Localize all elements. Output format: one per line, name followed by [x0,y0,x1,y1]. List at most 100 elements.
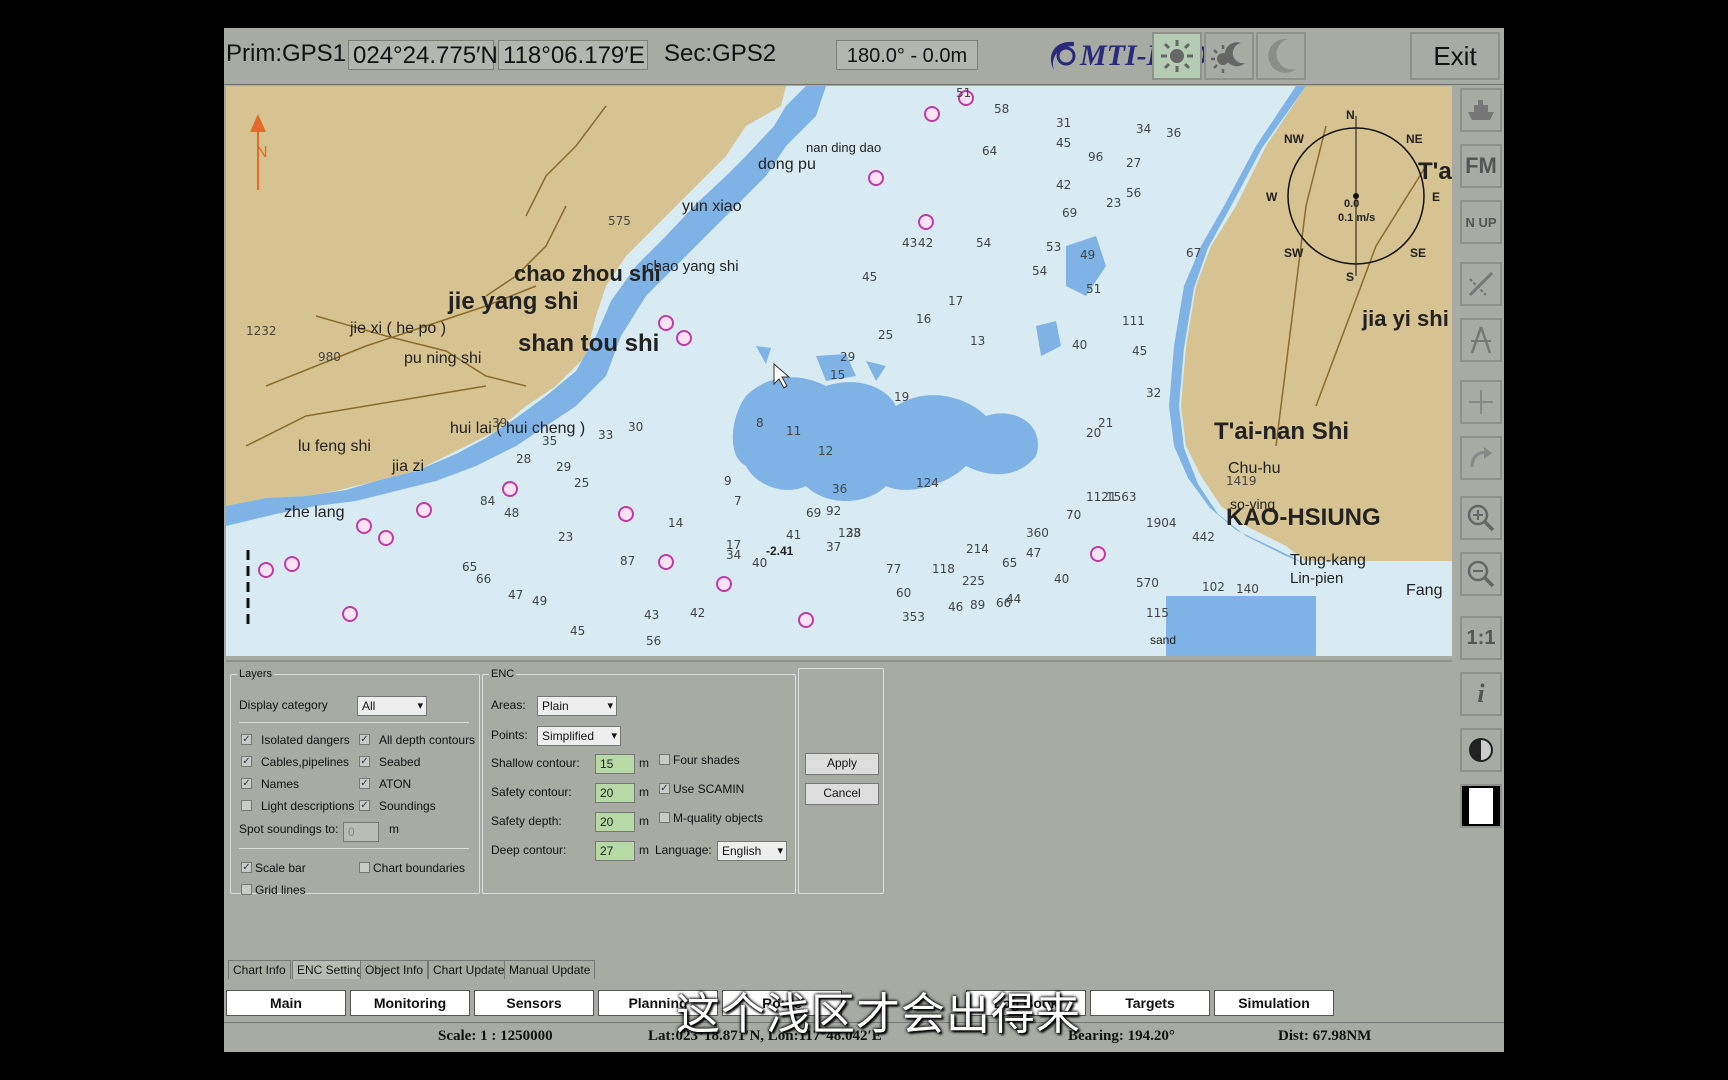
depth-sounding: 56 [1126,186,1142,200]
tab-object-info[interactable]: Object Info [360,960,429,979]
seabed-checkbox[interactable]: ✓ [359,756,370,767]
dusk-mode-button[interactable] [1204,32,1254,80]
redo-button[interactable] [1460,436,1502,480]
depth-sounding: 39 [492,416,508,430]
grid-lines-checkbox[interactable] [241,884,252,895]
depth-sounding: 54 [976,236,992,250]
all-depth-contours-checkbox[interactable]: ✓ [359,734,370,745]
scale-bar-checkbox[interactable]: ✓ [241,862,252,873]
aton-label: ATON [379,777,412,791]
depth-sounding: 16 [916,312,932,326]
depth-sounding: 42 [918,236,934,250]
cancel-button[interactable]: Cancel [805,783,879,805]
language-select[interactable]: English [717,841,787,861]
place-name: lu feng shi [298,438,371,455]
compass-tool-icon [1470,326,1492,354]
dredged-area [1166,596,1316,656]
depth-sounding: 46 [948,600,964,614]
tab-manual-update[interactable]: Manual Update [504,960,596,979]
compass-w: W [1266,190,1278,204]
apply-button[interactable]: Apply [805,753,879,775]
compass-nw: NW [1284,132,1304,146]
depth-sounding: 7 [734,494,742,508]
m-quality-checkbox[interactable] [659,812,670,823]
latitude-readout: 024°24.775′N [348,40,498,70]
areas-select[interactable]: Plain [537,696,617,716]
cables-checkbox[interactable]: ✓ [241,756,252,767]
nautical-chart[interactable]: N chao zhou shi jie yang shi shan tou sh… [226,86,1452,656]
depth-sounding: 54 [1032,264,1048,278]
four-shades-checkbox[interactable] [659,754,670,765]
zoom-out-button[interactable] [1460,552,1502,596]
safety-depth-label: Safety depth: [491,814,562,828]
cross-button[interactable] [1460,380,1502,424]
isolated-dangers-checkbox[interactable]: ✓ [241,734,252,745]
depth-sounding: 214 [966,542,989,556]
chart-boundaries-label: Chart boundaries [373,861,466,875]
depth-sounding: 31 [1056,116,1072,130]
safety-depth-input[interactable]: 20 [595,812,635,832]
scale-one-to-one-button[interactable]: 1:1 [1460,616,1502,660]
display-category-label: Display category [239,698,328,712]
deep-contour-input[interactable]: 27 [595,841,635,861]
deep-contour-label: Deep contour: [491,843,567,857]
tab-chart-update[interactable]: Chart Update [428,960,510,979]
display-category-select[interactable]: All [357,696,427,716]
settings-panel: Layers Display category All ✓ Isolated d… [226,660,1452,962]
nav-targets[interactable]: Targets [1090,990,1210,1016]
sun-icon [1161,40,1193,72]
depth-sounding: 1904 [1146,516,1177,530]
points-select[interactable]: Simplified [537,726,621,746]
spot-soundings-input[interactable]: 0 [343,822,379,842]
nav-sensors[interactable]: Sensors [474,990,594,1016]
depth-sounding: 36 [832,482,848,496]
depth-sounding: 8 [756,416,764,430]
tab-chart-info[interactable]: Chart Info [228,960,291,979]
tab-enc-setting[interactable]: ENC Setting [292,960,369,979]
route-tool-button[interactable] [1460,318,1502,362]
actions-group: Apply Cancel [798,668,884,894]
zoom-in-button[interactable] [1460,496,1502,540]
ship-centre-button[interactable] [1460,88,1502,132]
use-scamin-label: Use SCAMIN [673,782,745,796]
exit-button[interactable]: Exit [1410,32,1500,80]
depth-sounding: 25 [878,328,894,342]
contrast-button[interactable] [1460,784,1502,828]
depth-sounding: 70 [1066,508,1082,522]
light-descriptions-label: Light descriptions [261,799,355,813]
north-up-button[interactable]: N UP [1460,200,1502,244]
chart-boundaries-checkbox[interactable] [359,862,370,873]
place-name: yun xiao [682,198,742,215]
depth-negative: -2.41 [766,544,794,558]
night-mode-button[interactable] [1256,32,1306,80]
deep-unit: m [639,843,649,857]
shallow-contour-input[interactable]: 15 [595,754,635,774]
nav-simulation[interactable]: Simulation [1214,990,1334,1016]
use-scamin-checkbox[interactable]: ✓ [659,783,670,794]
nav-main[interactable]: Main [226,990,346,1016]
depth-sounding: 40 [752,556,768,570]
nav-monitoring[interactable]: Monitoring [350,990,470,1016]
safety-contour-input[interactable]: 20 [595,783,635,803]
depth-sounding: 570 [1136,576,1159,590]
erbl-button[interactable] [1460,262,1502,306]
fm-button[interactable]: FM [1460,144,1502,188]
redo-arrow-icon [1470,447,1492,468]
soundings-checkbox[interactable]: ✓ [359,800,370,811]
depth-sounding: 77 [886,562,902,576]
aton-checkbox[interactable]: ✓ [359,778,370,789]
light-descriptions-checkbox[interactable] [241,800,252,811]
place-name: shan tou shi [518,330,660,357]
depth-sounding: 1563 [1106,490,1137,504]
day-mode-button[interactable] [1152,32,1202,80]
depth-sounding: 60 [896,586,912,600]
names-checkbox[interactable]: ✓ [241,778,252,789]
depth-sounding: 28 [516,452,532,466]
place-name: T'a [1418,158,1452,185]
compass-s: S [1346,270,1355,284]
compass-ne: NE [1406,132,1423,146]
zoom-in-icon [1467,504,1495,532]
brightness-button[interactable] [1460,728,1502,772]
north-label: N [256,144,268,161]
info-button[interactable]: i [1460,672,1502,716]
